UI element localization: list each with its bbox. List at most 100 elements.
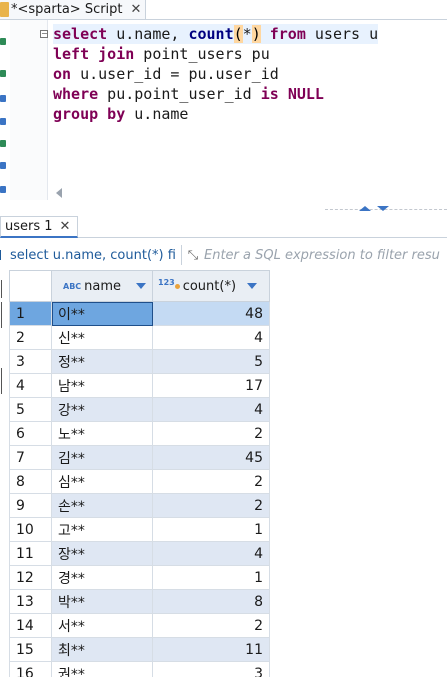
sort-icon[interactable] <box>136 283 146 289</box>
row-number[interactable]: 16 <box>9 661 52 677</box>
close-icon[interactable]: ✕ <box>60 219 71 234</box>
scroll-left-icon[interactable] <box>56 188 62 198</box>
row-number[interactable]: 10 <box>9 517 52 542</box>
cell-name[interactable]: 신** <box>51 325 153 350</box>
table-row[interactable]: 12 경** 1 <box>9 565 270 590</box>
table-row[interactable]: 8 심** 2 <box>9 469 270 494</box>
code-token: group by <box>53 105 126 123</box>
cell-name[interactable]: 김** <box>51 445 153 470</box>
table-row[interactable]: 3 정** 5 <box>9 349 270 374</box>
table-row[interactable]: 10 고** 1 <box>9 517 270 542</box>
column-header-name[interactable]: ABC name <box>51 270 153 302</box>
code-line[interactable]: where pu.point_user_id is NULL <box>53 84 378 104</box>
code-line[interactable]: group by u.name <box>53 104 378 124</box>
table-row[interactable]: 13 박** 8 <box>9 589 270 614</box>
table-row[interactable]: 6 노** 2 <box>9 421 270 446</box>
horizontal-scrollbar[interactable] <box>52 186 447 200</box>
row-number[interactable]: 6 <box>9 421 52 446</box>
output-icon[interactable] <box>0 140 6 147</box>
table-row[interactable]: 15 최** 11 <box>9 637 270 662</box>
expand-icon[interactable]: ⤡ <box>182 248 204 263</box>
cell-count[interactable]: 3 <box>152 661 270 677</box>
cell-name[interactable]: 이** <box>51 301 153 326</box>
row-number[interactable]: 8 <box>9 469 52 494</box>
table-row[interactable]: 1 이** 48 <box>9 301 270 326</box>
cell-count[interactable]: 2 <box>152 493 270 518</box>
table-row[interactable]: 5 강** 4 <box>9 397 270 422</box>
cell-count[interactable]: 17 <box>152 373 270 398</box>
query-text: select u.name, count(*) fi <box>10 247 176 263</box>
row-number[interactable]: 13 <box>9 589 52 614</box>
row-number[interactable]: 15 <box>9 637 52 662</box>
result-tab-users-1[interactable]: users 1 ✕ <box>0 216 78 238</box>
table-row[interactable]: 11 장** 4 <box>9 541 270 566</box>
cell-name[interactable]: 고** <box>51 517 153 542</box>
cell-name[interactable]: 정** <box>51 349 153 374</box>
row-number[interactable]: 14 <box>9 613 52 638</box>
cell-count[interactable]: 2 <box>152 469 270 494</box>
cell-name[interactable]: 박** <box>51 589 153 614</box>
table-row[interactable]: 16 권** 3 <box>9 661 270 677</box>
cell-count[interactable]: 8 <box>152 589 270 614</box>
row-number[interactable]: 11 <box>9 541 52 566</box>
cell-count[interactable]: 5 <box>152 349 270 374</box>
record-mode-icon[interactable] <box>1 368 5 394</box>
grid-mode-icon[interactable] <box>1 280 5 298</box>
cell-count[interactable]: 48 <box>152 301 270 326</box>
cell-name[interactable]: 노** <box>51 421 153 446</box>
cell-name[interactable]: 권** <box>51 661 153 677</box>
row-number[interactable]: 9 <box>9 493 52 518</box>
history-icon[interactable] <box>0 118 6 125</box>
cell-count[interactable]: 4 <box>152 541 270 566</box>
cell-name[interactable]: 심** <box>51 469 153 494</box>
cell-count[interactable]: 11 <box>152 637 270 662</box>
query-text-link[interactable]: select u.name, count(*) fi <box>0 248 181 263</box>
sort-icon[interactable] <box>247 283 257 289</box>
cell-name[interactable]: 강** <box>51 397 153 422</box>
export-icon[interactable] <box>0 186 6 193</box>
filter-input[interactable]: Enter a SQL expression to filter resu <box>204 248 447 263</box>
column-header-count[interactable]: 123 count(*) <box>152 270 270 302</box>
maximize-editor-icon[interactable] <box>359 206 371 211</box>
table-row[interactable]: 2 신** 4 <box>9 325 270 350</box>
row-number[interactable]: 2 <box>9 325 52 350</box>
code-area[interactable]: select u.name, count(*) from users u left… <box>53 24 379 124</box>
close-icon[interactable]: ✕ <box>131 2 142 17</box>
explain-icon[interactable] <box>0 95 6 102</box>
code-line[interactable]: on u.user_id = pu.user_id <box>53 64 378 84</box>
cell-count[interactable]: 1 <box>152 517 270 542</box>
row-number[interactable]: 3 <box>9 349 52 374</box>
row-number[interactable]: 4 <box>9 373 52 398</box>
panel-toggle[interactable] <box>357 205 397 213</box>
code-line[interactable]: left join point_users pu <box>53 44 378 64</box>
cell-count[interactable]: 2 <box>152 613 270 638</box>
text-mode-icon[interactable] <box>1 302 5 328</box>
row-number[interactable]: 5 <box>9 397 52 422</box>
cell-name[interactable]: 손** <box>51 493 153 518</box>
maximize-results-icon[interactable] <box>377 206 389 211</box>
settings-icon[interactable] <box>0 162 6 169</box>
code-line[interactable]: select u.name, count(*) from users u <box>53 24 379 44</box>
fold-toggle-icon[interactable]: − <box>40 30 48 38</box>
table-row[interactable]: 14 서** 2 <box>9 613 270 638</box>
cell-name[interactable]: 서** <box>51 613 153 638</box>
script-editor-tab[interactable]: *<sparta> Script ✕ <box>0 0 146 19</box>
row-number[interactable]: 12 <box>9 565 52 590</box>
table-row[interactable]: 9 손** 2 <box>9 493 270 518</box>
cell-name[interactable]: 남** <box>51 373 153 398</box>
row-number[interactable]: 7 <box>9 445 52 470</box>
run-icon[interactable] <box>0 38 6 45</box>
table-row[interactable]: 7 김** 45 <box>9 445 270 470</box>
result-grid[interactable]: ABC name 123 count(*) 1 이** 48 2 신** 4 3 정** 5 4 남… <box>9 270 270 677</box>
cell-count[interactable]: 1 <box>152 565 270 590</box>
cell-name[interactable]: 경** <box>51 565 153 590</box>
execute-script-icon[interactable] <box>0 70 6 77</box>
cell-count[interactable]: 2 <box>152 421 270 446</box>
cell-name[interactable]: 장** <box>51 541 153 566</box>
table-row[interactable]: 4 남** 17 <box>9 373 270 398</box>
cell-count[interactable]: 45 <box>152 445 270 470</box>
cell-name[interactable]: 최** <box>51 637 153 662</box>
row-number[interactable]: 1 <box>9 301 52 326</box>
cell-count[interactable]: 4 <box>152 397 270 422</box>
cell-count[interactable]: 4 <box>152 325 270 350</box>
